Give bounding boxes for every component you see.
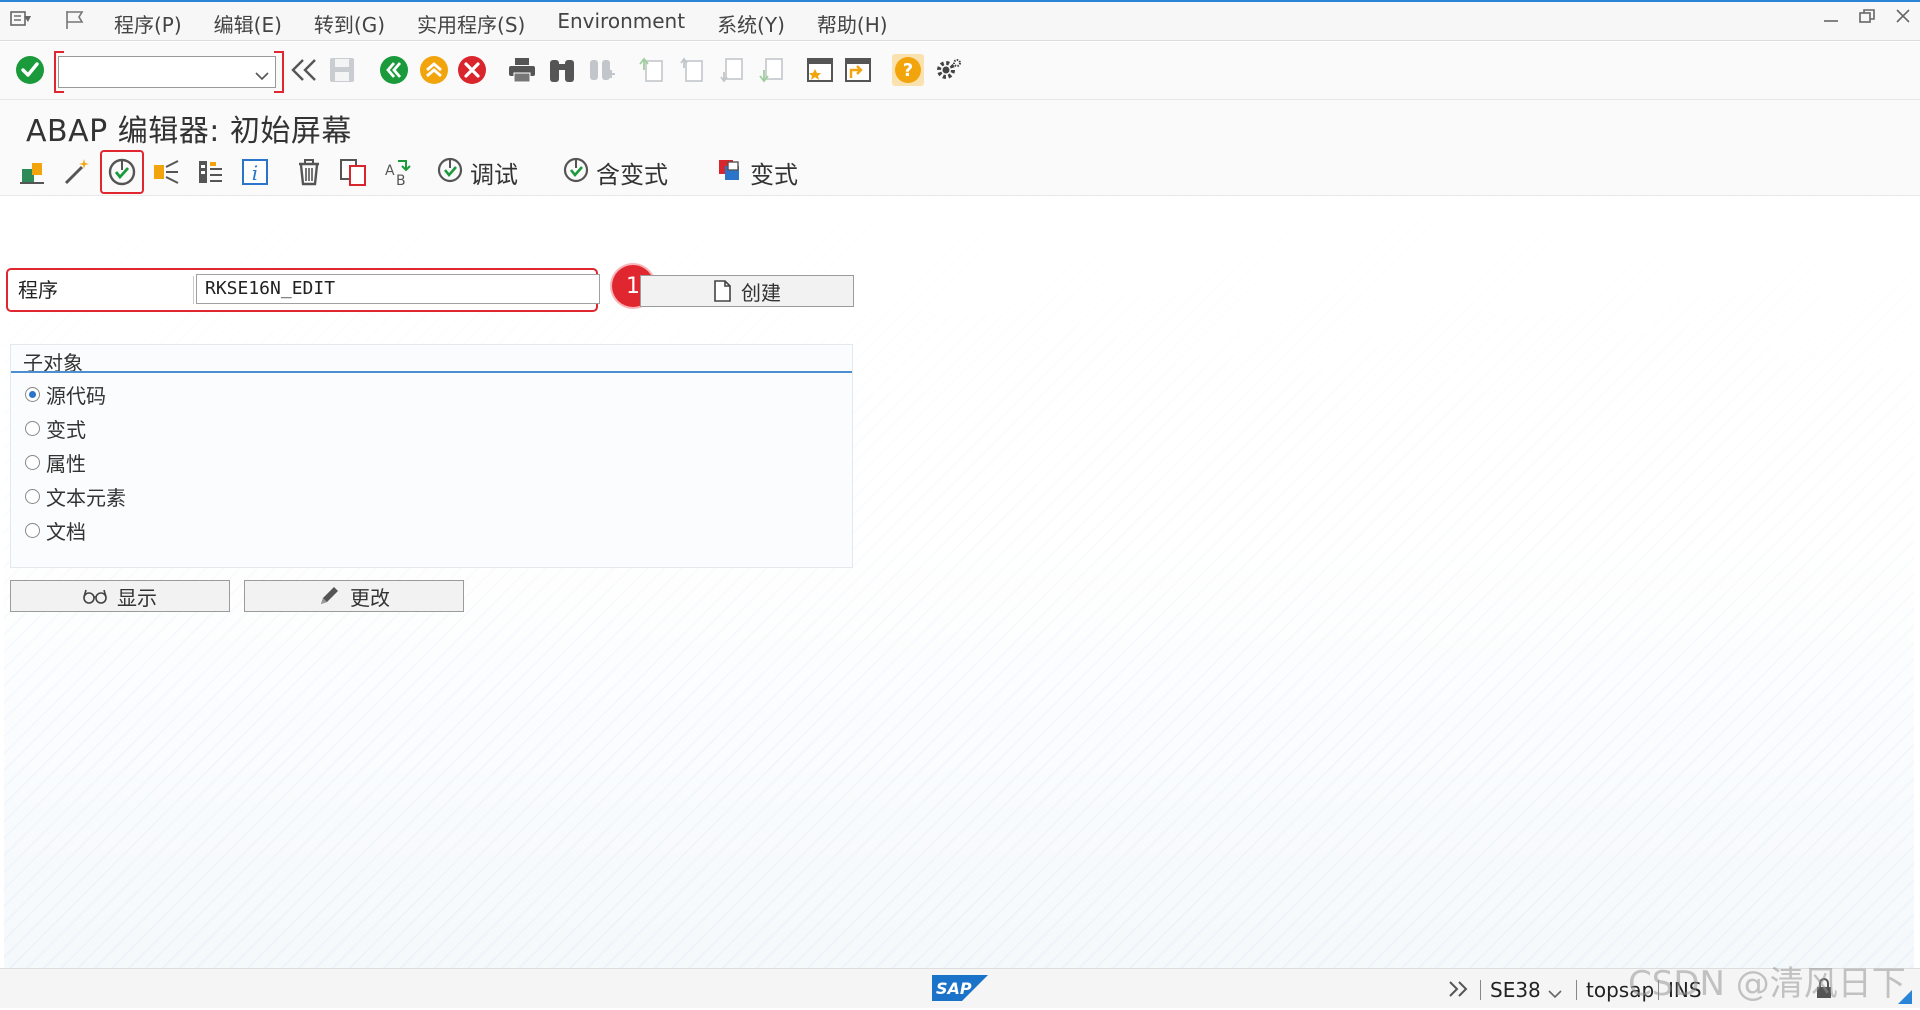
change-label: 更改 (350, 585, 390, 610)
radio-source-code[interactable]: 源代码 (25, 379, 106, 409)
magic-wand-icon[interactable] (62, 156, 92, 188)
application-toolbar (0, 148, 1920, 196)
command-field-value (59, 62, 65, 81)
program-label: 程序 (14, 276, 194, 304)
radio-variants[interactable]: 变式 (25, 413, 86, 443)
radio-label: 源代码 (46, 383, 106, 408)
svg-text:i: i (252, 161, 258, 185)
group-divider (11, 371, 852, 373)
menu-system[interactable]: 系统(Y) (717, 9, 785, 38)
radio-label: 文档 (46, 519, 86, 544)
delete-trash-icon[interactable] (294, 156, 324, 188)
other-object-icon[interactable] (18, 156, 48, 188)
radio-text-elements[interactable]: 文本元素 (25, 481, 126, 511)
menu-help[interactable]: 帮助(H) (817, 9, 888, 38)
back-icon[interactable] (378, 54, 410, 86)
where-used-list-icon[interactable] (196, 156, 226, 188)
info-icon[interactable]: i (240, 156, 270, 188)
exit-icon[interactable] (418, 54, 450, 86)
minimize-icon[interactable] (1822, 8, 1840, 29)
menu-bar: 程序(P) 编辑(E) 转到(G) 实用程序(S) Environment 系统… (0, 0, 1920, 41)
radio-selected-icon (25, 386, 40, 402)
display-label: 显示 (117, 585, 157, 610)
close-window-icon[interactable] (1894, 8, 1912, 29)
program-field-row: 程序 RKSE16N_EDIT (6, 268, 600, 312)
menu-utilities[interactable]: 实用程序(S) (417, 9, 525, 38)
save-icon[interactable] (326, 54, 358, 86)
first-page-icon (636, 54, 668, 86)
syntax-check-icon[interactable] (106, 156, 138, 188)
variants-button[interactable]: 变式 (716, 156, 798, 189)
menu-icon[interactable] (10, 10, 32, 32)
cancel-icon[interactable] (456, 54, 488, 86)
radio-unselected-icon (25, 420, 40, 436)
radio-unselected-icon (25, 488, 40, 504)
pencil-icon (318, 585, 340, 607)
execute-variant-icon (562, 156, 590, 188)
standard-toolbar: ? (0, 42, 1920, 100)
restore-icon[interactable] (1858, 8, 1876, 29)
status-separator (1480, 980, 1481, 1000)
radio-label: 属性 (46, 451, 86, 476)
create-session-icon[interactable] (804, 54, 836, 86)
with-variant-label: 含变式 (596, 160, 668, 189)
activate-icon[interactable] (152, 156, 182, 188)
enter-checkmark-icon[interactable] (14, 54, 46, 86)
change-button[interactable]: 更改 (244, 580, 464, 612)
command-field[interactable] (58, 56, 276, 88)
menu-goto[interactable]: 转到(G) (314, 9, 385, 38)
create-button[interactable]: 创建 (640, 275, 854, 307)
page-title: ABAP 编辑器: 初始屏幕 (26, 114, 352, 149)
create-label: 创建 (741, 280, 781, 305)
radio-attributes[interactable]: 属性 (25, 447, 86, 477)
debug-icon (436, 156, 464, 188)
menu-edit[interactable]: 编辑(E) (214, 9, 282, 38)
status-separator (1576, 980, 1577, 1000)
radio-unselected-icon (25, 522, 40, 538)
radio-label: 文本元素 (46, 485, 126, 510)
execute-with-variant-button[interactable]: 含变式 (562, 156, 668, 189)
menu-program[interactable]: 程序(P) (114, 9, 182, 38)
radio-unselected-icon (25, 454, 40, 470)
radio-label: 变式 (46, 417, 86, 442)
variants-icon (716, 156, 744, 188)
display-button[interactable]: 显示 (10, 580, 230, 612)
previous-page-icon (676, 54, 708, 86)
find-binoculars-icon[interactable] (546, 54, 578, 86)
svg-text:?: ? (903, 60, 913, 81)
new-document-icon (713, 280, 731, 302)
rename-icon[interactable]: AB (382, 156, 412, 188)
expand-status-icon[interactable] (1448, 980, 1470, 1002)
next-page-icon (716, 54, 748, 86)
debug-button[interactable]: 调试 (436, 156, 518, 189)
print-icon[interactable] (506, 54, 538, 86)
watermark: CSDN @清风日下 (1628, 964, 1906, 1004)
copy-icon[interactable] (338, 156, 368, 188)
chevron-down-icon[interactable] (255, 66, 269, 85)
glasses-icon (83, 588, 107, 604)
last-page-icon (756, 54, 788, 86)
program-input[interactable]: RKSE16N_EDIT (196, 274, 600, 304)
sap-logo: SAP (932, 975, 988, 1001)
find-next-icon (586, 54, 618, 86)
generate-shortcut-icon[interactable] (842, 54, 874, 86)
chevron-down-icon[interactable] (1548, 984, 1562, 1003)
debug-label: 调试 (470, 160, 518, 189)
svg-text:A: A (385, 163, 395, 179)
subobjects-group: 子对象 源代码 变式 属性 文本元素 文档 (10, 344, 853, 568)
double-chevron-left-icon[interactable] (288, 54, 320, 86)
variant-label: 变式 (750, 160, 798, 189)
svg-text:B: B (396, 173, 406, 187)
flag-icon[interactable] (64, 10, 86, 34)
help-icon[interactable]: ? (892, 54, 924, 86)
radio-documentation[interactable]: 文档 (25, 515, 86, 545)
svg-text:SAP: SAP (936, 979, 972, 998)
settings-gear-icon[interactable] (932, 54, 964, 86)
transaction-code: SE38 (1490, 978, 1541, 1002)
menu-environment[interactable]: Environment (557, 9, 685, 38)
